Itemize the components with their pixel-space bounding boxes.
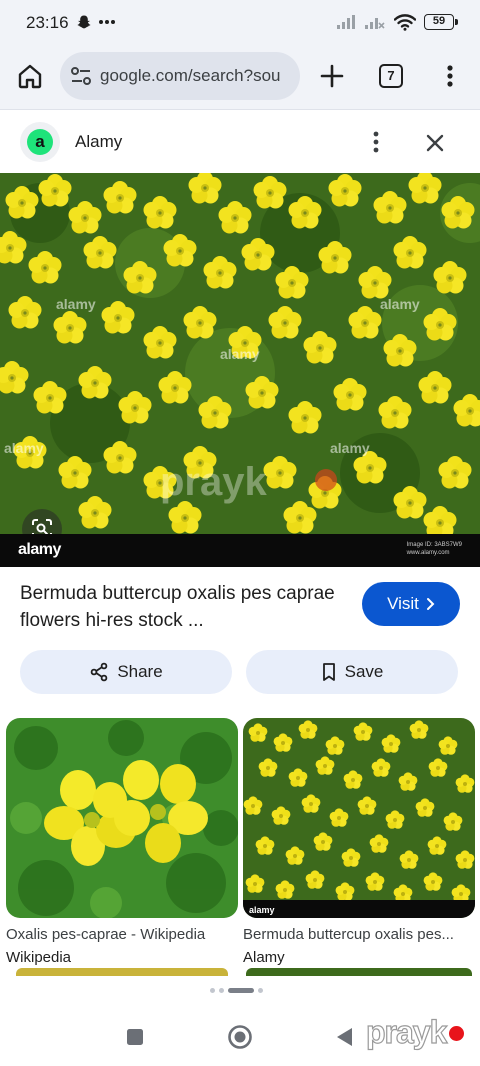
share-label: Share <box>117 662 163 681</box>
source-logo-letter: a <box>27 129 53 155</box>
related-image[interactable]: alamy <box>243 718 475 918</box>
result-title[interactable]: Bermuda buttercup oxalis pes caprae flow… <box>20 580 340 634</box>
svg-text:alamy: alamy <box>4 440 44 456</box>
save-label: Save <box>344 662 384 681</box>
url-bar[interactable]: google.com/search?sou <box>60 52 300 100</box>
page-dot <box>210 988 215 993</box>
home-nav-icon[interactable] <box>227 1024 253 1050</box>
source-header: a Alamy <box>0 111 480 173</box>
tab-switcher-button[interactable]: 7 <box>379 64 403 88</box>
site-info-icon[interactable] <box>70 66 92 86</box>
alamy-footer-logo: alamy <box>18 541 61 558</box>
recents-icon[interactable] <box>126 1028 144 1046</box>
image-id-text: Image ID: 3ABS7W9 www.alamy.com <box>407 541 462 557</box>
related-card[interactable]: alamy Bermuda buttercup oxalis pes... Al… <box>243 718 475 966</box>
share-button[interactable]: Share <box>20 650 232 694</box>
battery-icon: 59 <box>424 14 458 30</box>
image-id: Image ID: 3ABS7W9 <box>406 542 462 548</box>
close-icon[interactable] <box>420 128 450 158</box>
oxalis-closeup-photo <box>6 718 238 918</box>
status-bar: 23:16 59 <box>0 0 480 46</box>
status-right-icons: 59 <box>336 13 458 31</box>
save-button[interactable]: Save <box>246 650 458 694</box>
related-card-peek <box>16 968 228 976</box>
svg-text:alamy: alamy <box>380 296 420 312</box>
tab-count: 7 <box>387 68 395 83</box>
share-icon <box>91 662 108 682</box>
related-source: Alamy <box>243 949 285 966</box>
page-dot <box>219 988 224 993</box>
source-name[interactable]: Alamy <box>75 132 122 152</box>
wifi-icon <box>394 14 416 31</box>
oxalis-field-photo: alamy <box>243 718 475 918</box>
page-indicator <box>210 988 263 993</box>
more-dots-icon <box>99 20 115 24</box>
more-options-icon[interactable] <box>366 125 386 159</box>
related-title[interactable]: Bermuda buttercup oxalis pes... <box>243 926 475 943</box>
page-dot <box>258 988 263 993</box>
back-icon[interactable] <box>334 1026 354 1048</box>
battery-level: 59 <box>432 15 446 27</box>
page-dot-active <box>228 988 254 993</box>
url-text[interactable]: google.com/search?sou <box>100 66 281 86</box>
image-footer: alamy Image ID: 3ABS7W9 www.alamy.com <box>0 534 480 567</box>
chevron-right-icon <box>426 598 435 610</box>
svg-text:alamy: alamy <box>220 346 260 362</box>
bookmark-icon <box>322 663 335 681</box>
related-card[interactable]: Oxalis pes-caprae - Wikipedia Wikipedia <box>6 718 238 966</box>
related-source: Wikipedia <box>6 949 72 966</box>
new-tab-icon[interactable] <box>316 60 348 92</box>
status-left-icons <box>76 14 116 30</box>
watermark-text: prayk <box>365 1013 448 1050</box>
visit-button[interactable]: Visit <box>362 582 460 626</box>
visit-label: Visit <box>387 594 419 613</box>
browser-toolbar: google.com/search?sou 7 <box>0 46 480 110</box>
svg-text:prayk: prayk <box>160 460 267 504</box>
svg-text:alamy: alamy <box>330 440 370 456</box>
signal-icon <box>337 15 355 29</box>
image-site: www.alamy.com <box>406 550 450 556</box>
svg-text:alamy: alamy <box>56 296 96 312</box>
snapchat-icon <box>77 15 91 29</box>
flower-photo: alamy alamy alamy alamy alamy prayk <box>0 173 480 539</box>
watermark-dot <box>449 1026 464 1041</box>
browser-menu-icon[interactable] <box>440 60 460 92</box>
related-card-peek <box>246 968 472 976</box>
source-favicon: a <box>20 122 60 162</box>
svg-text:alamy: alamy <box>249 905 275 915</box>
signal-off-icon <box>365 18 385 29</box>
status-time: 23:16 <box>26 13 69 32</box>
main-image[interactable]: alamy alamy alamy alamy alamy prayk alam… <box>0 173 480 567</box>
related-title[interactable]: Oxalis pes-caprae - Wikipedia <box>6 926 238 943</box>
related-image[interactable] <box>6 718 238 918</box>
home-icon[interactable] <box>14 60 46 92</box>
